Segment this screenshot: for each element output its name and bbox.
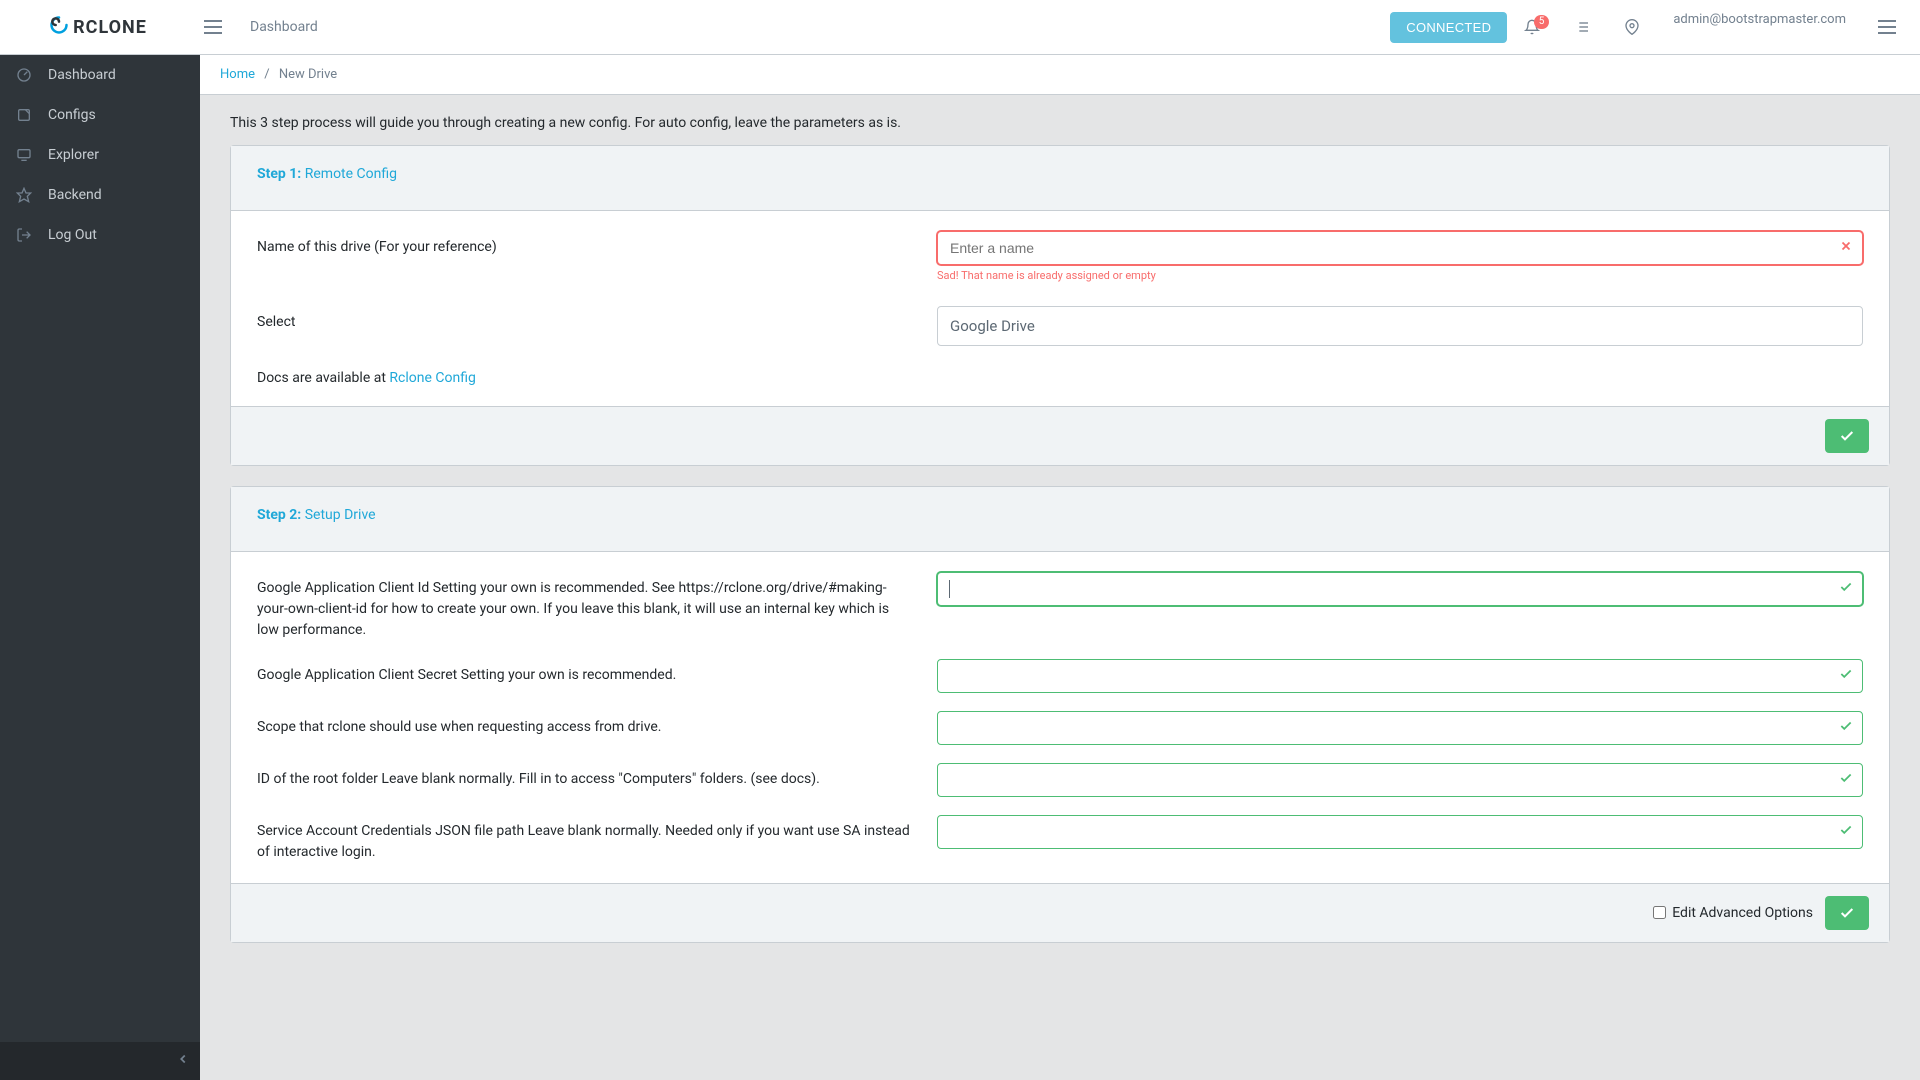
brand[interactable]: RCLONE [8,15,188,40]
note-icon [16,107,40,123]
step1-header: Step 1: Remote Config [231,146,1889,211]
tasks-button[interactable] [1557,19,1607,35]
drive-type-select[interactable]: Google Drive [937,306,1863,346]
sidebar: Dashboard Configs Explorer Backend Log O… [0,55,200,1080]
check-icon [1839,428,1855,444]
sidebar-item-label: Explorer [48,147,99,163]
step1-number: Step 1: [257,166,301,182]
breadcrumb-home[interactable]: Home [220,67,255,82]
breadcrumb-current: New Drive [279,67,337,82]
user-email[interactable]: admin@bootstrapmaster.com [1657,12,1862,27]
pin-icon [1624,19,1640,35]
advanced-options-checkbox[interactable] [1653,906,1666,919]
text-cursor [949,580,950,598]
check-icon [1839,905,1855,921]
brand-text: RCLONE [73,17,147,38]
select-label: Select [257,306,937,333]
step2-next-button[interactable] [1825,896,1869,930]
aside-toggle[interactable] [1862,19,1912,35]
header-nav-dashboard[interactable]: Dashboard [238,19,330,35]
step2-field-input-0[interactable] [937,572,1863,606]
breadcrumb: Home / New Drive [200,55,1920,95]
step2-field-label: Service Account Credentials JSON file pa… [257,815,937,863]
brand-logo: RCLONE [49,15,147,40]
app-header: RCLONE Dashboard CONNECTED 5 admin@boots… [0,0,1920,55]
step1-next-button[interactable] [1825,419,1869,453]
breadcrumb-sep: / [264,67,269,82]
check-icon [1839,580,1853,598]
step2-label: Setup Drive [305,507,376,523]
check-icon [1839,823,1853,841]
step2-card: Step 2: Setup Drive Google Application C… [230,486,1890,943]
docs-prefix: Docs are available at [257,370,389,386]
sidebar-item-label: Configs [48,107,96,123]
sidebar-item-dashboard[interactable]: Dashboard [0,55,200,95]
notifications-button[interactable]: 5 [1507,19,1557,35]
step2-header: Step 2: Setup Drive [231,487,1889,552]
sidebar-item-label: Dashboard [48,67,116,83]
sidebar-item-logout[interactable]: Log Out [0,215,200,255]
drive-name-error: Sad! That name is already assigned or em… [937,269,1863,282]
docs-line: Docs are available at Rclone Config [257,370,476,386]
main-content: Home / New Drive This 3 step process wil… [200,55,1920,1080]
close-icon [1839,239,1853,257]
sidebar-item-configs[interactable]: Configs [0,95,200,135]
sidebar-toggle[interactable] [188,19,238,35]
screen-icon [16,147,40,163]
step2-field-input-1[interactable] [937,659,1863,693]
intro-text: This 3 step process will guide you throu… [230,115,1890,131]
step2-field-label: Scope that rclone should use when reques… [257,711,937,738]
sidebar-item-label: Backend [48,187,102,203]
step1-label: Remote Config [305,166,397,182]
sidebar-minimizer[interactable] [0,1042,200,1080]
star-icon [16,187,40,203]
menu-icon [204,20,222,34]
chevron-left-icon [176,1052,190,1066]
rclone-swirl-icon [49,15,69,40]
speedometer-icon [16,67,40,83]
sidebar-item-backend[interactable]: Backend [0,175,200,215]
notifications-badge: 5 [1534,15,1550,29]
step2-field-label: Google Application Client Id Setting you… [257,572,937,641]
drive-name-input[interactable] [937,231,1863,265]
check-icon [1839,719,1853,737]
step2-field-input-4[interactable] [937,815,1863,849]
step2-field-label: ID of the root folder Leave blank normal… [257,763,937,790]
step2-field-label: Google Application Client Secret Setting… [257,659,937,686]
sidebar-item-label: Log Out [48,227,97,243]
step1-card: Step 1: Remote Config Name of this drive… [230,145,1890,466]
check-icon [1839,771,1853,789]
drive-name-label: Name of this drive (For your reference) [257,231,937,258]
logout-icon [16,227,40,243]
connected-button[interactable]: CONNECTED [1390,12,1507,43]
step2-field-input-3[interactable] [937,763,1863,797]
step2-number: Step 2: [257,507,301,523]
sidebar-item-explorer[interactable]: Explorer [0,135,200,175]
location-button[interactable] [1607,19,1657,35]
advanced-options-label: Edit Advanced Options [1672,905,1813,921]
advanced-options-row[interactable]: Edit Advanced Options [1653,905,1813,921]
step2-field-input-2[interactable] [937,711,1863,745]
menu-icon [1878,20,1896,34]
docs-link[interactable]: Rclone Config [389,370,475,386]
list-icon [1574,19,1590,35]
check-icon [1839,667,1853,685]
